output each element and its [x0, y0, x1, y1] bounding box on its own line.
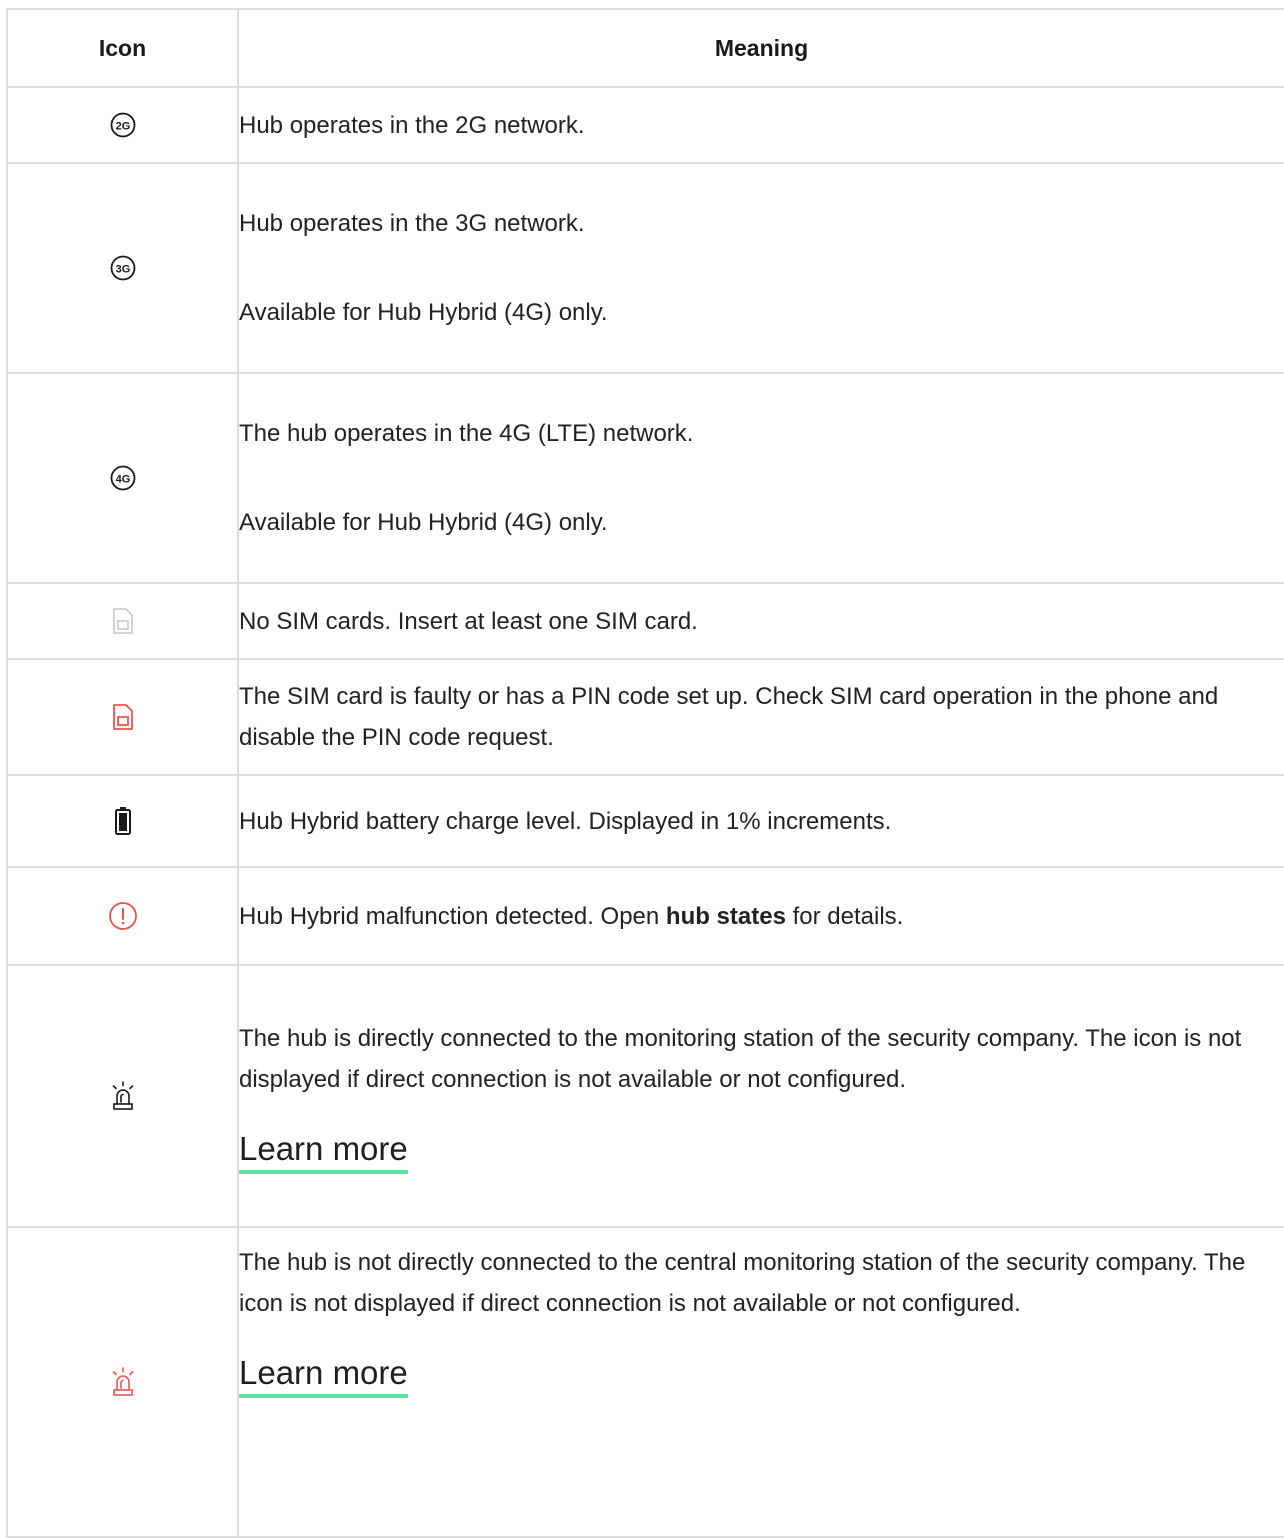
meaning-text: Hub operates in the 2G network. [239, 111, 585, 139]
table-row: 4G The hub operates in the 4G (LTE) netw… [6, 372, 1284, 584]
availability-note: Available for Hub Hybrid (4G) only. [239, 299, 608, 326]
availability-note: Available for Hub Hybrid (4G) only. [239, 509, 608, 536]
meaning-text: The hub operates in the 4G (LTE) network… [239, 420, 694, 447]
hub-states-term: hub states [665, 902, 786, 930]
icon-column-header: Icon [6, 8, 239, 88]
table-row: No SIM cards. Insert at least one SIM ca… [6, 582, 1284, 660]
svg-text:2G: 2G [115, 121, 130, 133]
table-row: The hub is not directly connected to the… [6, 1226, 1284, 1538]
sim-error-icon [112, 704, 133, 730]
meaning-column-header: Meaning [237, 8, 1284, 88]
icons-table: Icon Meaning 2G Hub operates in the 2G n… [6, 8, 1284, 1538]
meaning-text: Hub Hybrid malfunction detected. Open [239, 902, 666, 930]
no-sim-icon [112, 608, 133, 634]
table-row: Hub Hybrid malfunction detected. Open hu… [6, 866, 1284, 966]
4g-network-icon: 4G [110, 465, 135, 491]
malfunction-icon [108, 902, 137, 930]
siren-connected-icon [112, 1081, 133, 1110]
meaning-text: Hub operates in the 3G network. [239, 210, 585, 237]
3g-network-icon: 3G [110, 255, 135, 281]
meaning-text: The hub is directly connected to the mon… [239, 1025, 1242, 1093]
table-row: 3G Hub operates in the 3G network. Avail… [6, 162, 1284, 374]
meaning-text: No SIM cards. Insert at least one SIM ca… [239, 607, 698, 635]
table-row: Hub Hybrid battery charge level. Display… [6, 774, 1284, 868]
learn-more-link[interactable]: Learn more [239, 1352, 408, 1398]
meaning-text: Hub Hybrid battery charge level. Display… [239, 807, 892, 835]
meaning-text: The hub is not directly connected to the… [239, 1249, 1246, 1317]
2g-network-icon: 2G [110, 112, 135, 138]
table-row: The hub is directly connected to the mon… [6, 964, 1284, 1228]
meaning-text: The SIM card is faulty or has a PIN code… [239, 683, 1219, 751]
learn-more-link[interactable]: Learn more [239, 1128, 408, 1174]
table-row: The SIM card is faulty or has a PIN code… [6, 658, 1284, 776]
svg-text:4G: 4G [115, 474, 130, 486]
meaning-text-end: for details. [785, 902, 904, 930]
table-header-row: Icon Meaning [6, 8, 1284, 88]
battery-icon [114, 807, 131, 835]
svg-text:3G: 3G [115, 264, 130, 276]
table-row: 2G Hub operates in the 2G network. [6, 86, 1284, 164]
siren-disconnected-icon [112, 1367, 133, 1396]
